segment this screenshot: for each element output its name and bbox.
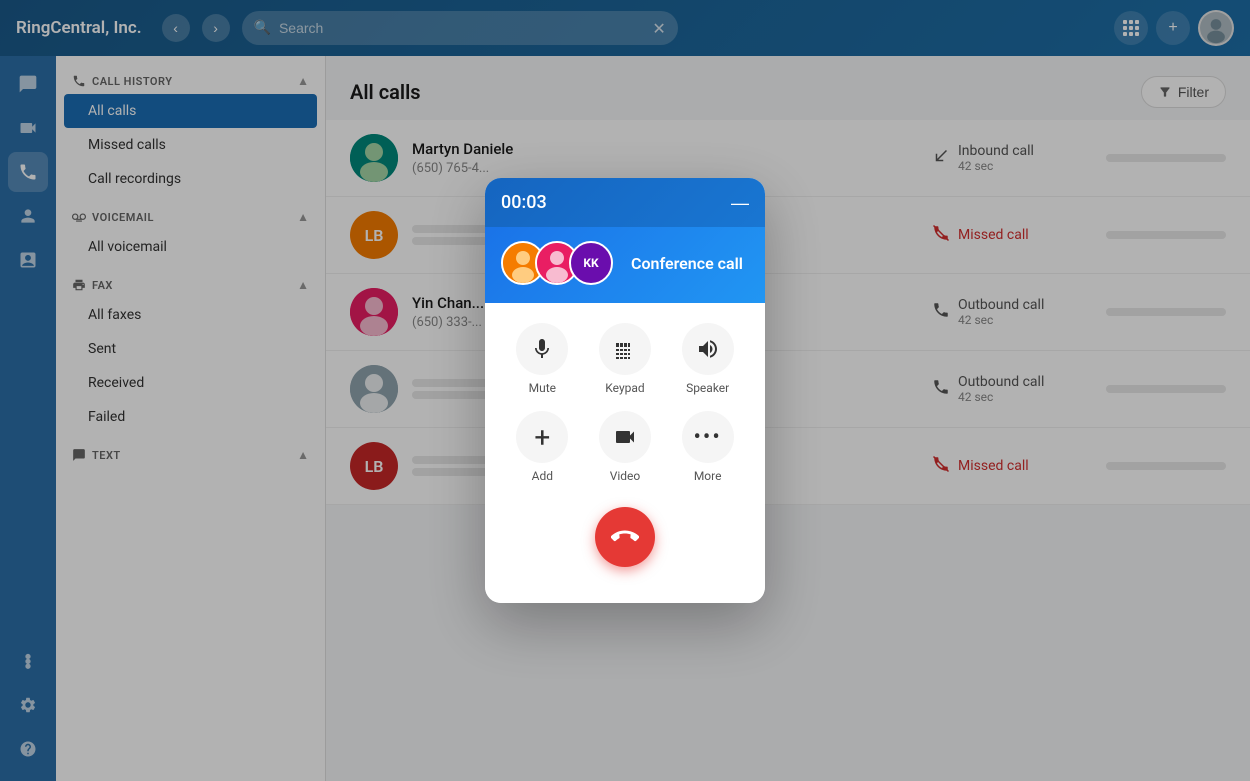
controls-row-1: Mute Keypad Speake	[501, 323, 749, 395]
speaker-button[interactable]: Speaker	[678, 323, 738, 395]
call-modal-header: 00:03 —	[485, 178, 765, 227]
add-icon: +	[516, 411, 568, 463]
speaker-label: Speaker	[686, 381, 729, 395]
conference-label: Conference call	[631, 254, 743, 273]
add-label: Add	[532, 469, 553, 483]
keypad-icon	[599, 323, 651, 375]
participant-avatars: KK	[501, 241, 613, 285]
keypad-button[interactable]: Keypad	[595, 323, 655, 395]
more-button[interactable]: ••• More	[678, 411, 738, 483]
mute-button[interactable]: Mute	[512, 323, 572, 395]
more-label: More	[694, 469, 722, 483]
mute-label: Mute	[529, 381, 556, 395]
mute-icon	[516, 323, 568, 375]
keypad-label: Keypad	[605, 381, 644, 395]
video-button[interactable]: Video	[595, 411, 655, 483]
add-call-button[interactable]: + Add	[512, 411, 572, 483]
call-modal: 00:03 —	[485, 178, 765, 603]
end-call-button[interactable]	[595, 507, 655, 567]
controls-row-2: + Add Video ••• More	[501, 411, 749, 483]
call-modal-controls: Mute Keypad Speake	[485, 303, 765, 603]
overlay-backdrop: 00:03 —	[0, 0, 1250, 781]
speaker-icon	[682, 323, 734, 375]
video-label: Video	[610, 469, 641, 483]
participant-avatar-3: KK	[569, 241, 613, 285]
minimize-button[interactable]: —	[731, 194, 749, 212]
call-modal-participants: KK Conference call	[485, 227, 765, 303]
end-call-area	[501, 499, 749, 583]
call-timer: 00:03	[501, 192, 547, 213]
more-icon: •••	[682, 411, 734, 463]
video-icon	[599, 411, 651, 463]
